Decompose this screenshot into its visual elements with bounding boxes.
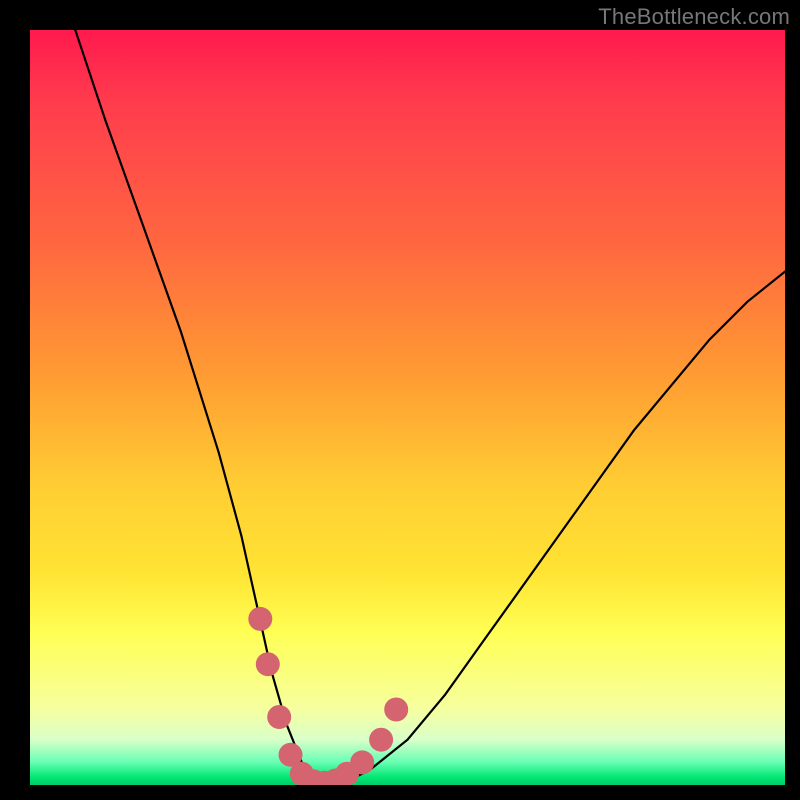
chart-frame: TheBottleneck.com bbox=[0, 0, 800, 800]
marker-dot bbox=[384, 698, 408, 722]
marker-dot bbox=[350, 750, 374, 774]
watermark-text: TheBottleneck.com bbox=[598, 4, 790, 30]
chart-svg bbox=[30, 30, 785, 785]
marker-dot bbox=[369, 728, 393, 752]
marker-dot bbox=[256, 652, 280, 676]
bottleneck-curve bbox=[75, 30, 785, 784]
marker-dot bbox=[248, 607, 272, 631]
marker-dot bbox=[267, 705, 291, 729]
plot-area bbox=[30, 30, 785, 785]
